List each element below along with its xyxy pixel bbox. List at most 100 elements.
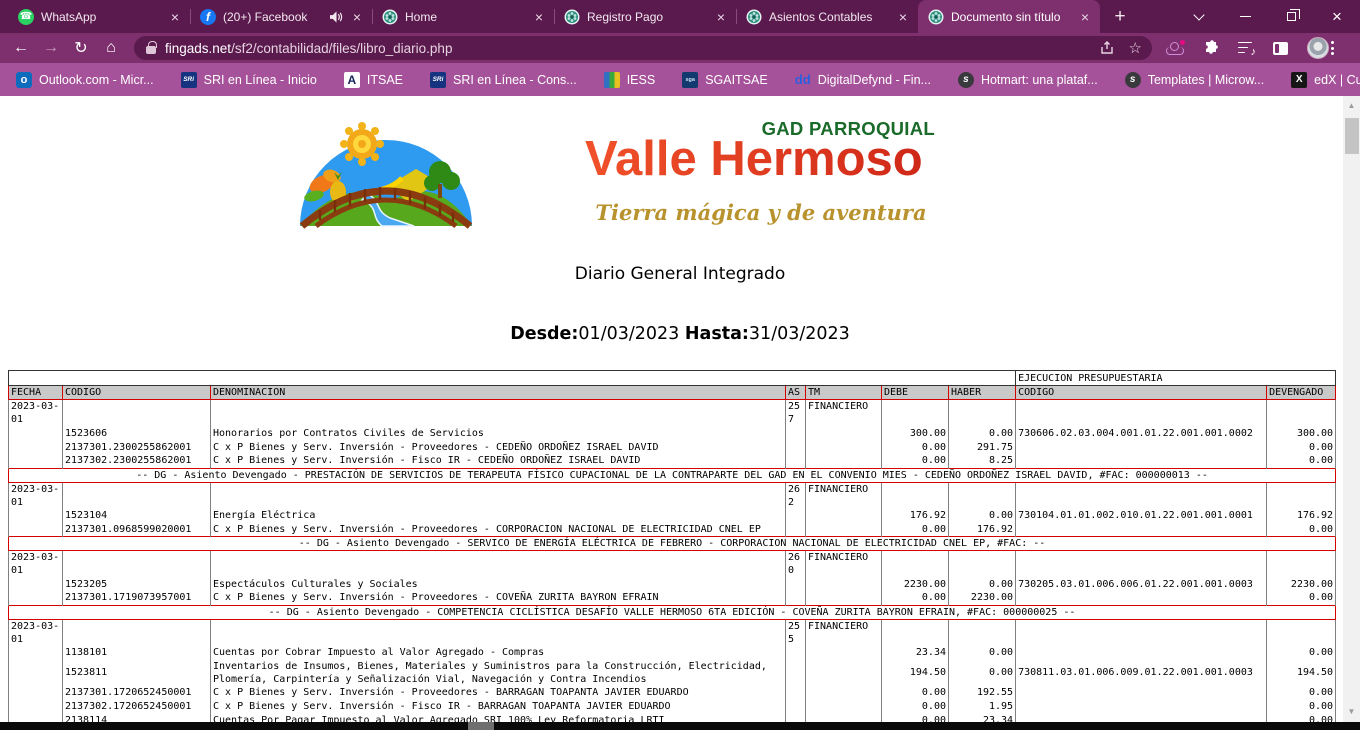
- tab-close-icon[interactable]: ×: [714, 9, 728, 25]
- cell-fecha: 2023-03-01: [9, 482, 63, 509]
- cell-debe: 0.00: [882, 686, 949, 700]
- fingads-icon: [746, 9, 762, 25]
- close-window-button[interactable]: ×: [1314, 0, 1360, 33]
- cell-ep-codigo: [1016, 440, 1267, 454]
- cell-as: 262: [786, 482, 806, 509]
- cell-as: [786, 700, 806, 714]
- url-text[interactable]: fingads.net/sf2/contabilidad/files/libro…: [165, 41, 1086, 56]
- tab-registro-pago[interactable]: Registro Pago ×: [554, 0, 736, 33]
- share-icon[interactable]: [1100, 41, 1115, 55]
- cell-as: [786, 509, 806, 523]
- tab-close-icon[interactable]: ×: [168, 9, 182, 25]
- header-denominacion: DENOMINACION: [211, 386, 786, 400]
- tab-asientos-contables[interactable]: Asientos Contables ×: [736, 0, 918, 33]
- sidebar-icon[interactable]: [1273, 42, 1288, 55]
- forward-button[interactable]: →: [36, 39, 66, 57]
- cell-ep-codigo: [1016, 700, 1267, 714]
- browser-menu-icon[interactable]: [1331, 41, 1334, 55]
- scrollbar-thumb[interactable]: [1345, 118, 1359, 154]
- cell-codigo: [63, 400, 211, 427]
- cell-debe: [882, 400, 949, 427]
- table-row: 2023-03-01 257 FINANCIERO: [9, 400, 1336, 427]
- iess-icon: [604, 72, 620, 88]
- entry-footer-cell: -- DG - Asiento Devengado - COMPETENCIA …: [9, 605, 1336, 619]
- new-tab-button[interactable]: +: [1106, 3, 1134, 31]
- tab-title: Home: [405, 10, 525, 24]
- cell-ep-codigo: 730606.02.03.004.001.01.22.001.001.0002: [1016, 426, 1267, 440]
- cell-denominacion: Inventarios de Insumos, Bienes, Material…: [211, 660, 786, 686]
- cell-fecha: [9, 454, 63, 468]
- fingads-icon: [564, 9, 580, 25]
- cell-as: [786, 440, 806, 454]
- cell-devengado: 194.50: [1267, 660, 1336, 686]
- bookmark-outlook[interactable]: oOutlook.com - Micr...: [16, 72, 154, 88]
- tab-close-icon[interactable]: ×: [896, 9, 910, 25]
- tab-close-icon[interactable]: ×: [1078, 9, 1092, 25]
- cell-fecha: [9, 509, 63, 523]
- bookmark-sri-inicio[interactable]: SRiSRI en Línea - Inicio: [181, 72, 317, 88]
- tab-close-icon[interactable]: ×: [532, 9, 546, 25]
- tab-title: Asientos Contables: [769, 10, 889, 24]
- tab-search-chevron-icon[interactable]: [1176, 0, 1222, 33]
- tab-whatsapp[interactable]: ☎ WhatsApp ×: [8, 0, 190, 33]
- tab-title: WhatsApp: [41, 10, 161, 24]
- tab-home[interactable]: Home ×: [372, 0, 554, 33]
- scroll-up-icon[interactable]: ▲: [1343, 98, 1360, 114]
- cell-tm: [806, 591, 882, 605]
- weather-extension-icon[interactable]: [1166, 42, 1184, 55]
- table-header-row: FECHA CODIGO DENOMINACION AS TM DEBE HAB…: [9, 386, 1336, 400]
- cell-codigo: 2137301.1719073957001: [63, 591, 211, 605]
- bookmark-templates[interactable]: sTemplates | Microw...: [1125, 72, 1264, 88]
- bookmark-hotmart[interactable]: sHotmart: una plataf...: [958, 72, 1098, 88]
- bookmark-star-icon[interactable]: ☆: [1129, 39, 1142, 57]
- tab-close-icon[interactable]: ×: [350, 9, 364, 25]
- cell-tm: FINANCIERO: [806, 619, 882, 646]
- back-button[interactable]: ←: [6, 39, 36, 57]
- tab-audio-icon[interactable]: [330, 11, 343, 23]
- bookmark-edx[interactable]: XedX | Cursos en líne...: [1291, 72, 1360, 88]
- header-haber: HABER: [949, 386, 1016, 400]
- cell-fecha: [9, 591, 63, 605]
- reload-button[interactable]: ↻: [66, 38, 96, 58]
- tab-facebook[interactable]: f (20+) Facebook ×: [190, 0, 372, 33]
- cell-devengado: [1267, 619, 1336, 646]
- minimize-button[interactable]: [1222, 0, 1268, 33]
- cell-as: [786, 660, 806, 686]
- report-title: Diario General Integrado: [0, 264, 1360, 284]
- header-tm: TM: [806, 386, 882, 400]
- cell-fecha: [9, 523, 63, 537]
- tab-documento-sin-titulo[interactable]: Documento sin título ×: [918, 0, 1100, 33]
- extensions-puzzle-icon[interactable]: [1203, 40, 1219, 56]
- cell-denominacion: C x P Bienes y Serv. Inversión - Fisco I…: [211, 700, 786, 714]
- cell-devengado: [1267, 400, 1336, 427]
- home-button[interactable]: ⌂: [96, 39, 126, 57]
- profile-avatar[interactable]: [1307, 37, 1329, 59]
- bookmark-sgaitsae[interactable]: sgaSGAITSAE: [682, 72, 768, 88]
- masthead: GAD PARROQUIAL Valle Hermoso Tierra mági…: [0, 106, 1360, 240]
- scroll-down-icon[interactable]: ▼: [1343, 704, 1360, 720]
- toolbar: ← → ↻ ⌂ fingads.net/sf2/contabilidad/fil…: [0, 33, 1360, 63]
- bookmark-iess[interactable]: IESS: [604, 72, 656, 88]
- bookmark-sri-consultas[interactable]: SRiSRI en Línea - Cons...: [430, 72, 577, 88]
- cell-fecha: [9, 686, 63, 700]
- playlist-extension-icon[interactable]: ♪: [1238, 42, 1254, 55]
- vertical-scrollbar[interactable]: ▲ ▼: [1343, 96, 1360, 722]
- cell-haber: 0.00: [949, 646, 1016, 660]
- cell-fecha: [9, 426, 63, 440]
- cell-codigo: [63, 551, 211, 578]
- bookmark-itsae[interactable]: AITSAE: [344, 72, 403, 88]
- cell-fecha: [9, 660, 63, 686]
- hasta-label: Hasta:: [685, 324, 749, 344]
- lock-icon[interactable]: [146, 46, 156, 54]
- cell-ep-codigo: [1016, 523, 1267, 537]
- cell-tm: [806, 686, 882, 700]
- cell-as: [786, 454, 806, 468]
- bookmark-digitaldefynd[interactable]: ddDigitalDefynd - Fin...: [795, 72, 931, 88]
- address-bar[interactable]: fingads.net/sf2/contabilidad/files/libro…: [134, 36, 1152, 60]
- table-row: 1523205 Espectáculos Culturales y Social…: [9, 577, 1336, 591]
- entry-footer-row: -- DG - Asiento Devengado - COMPETENCIA …: [9, 605, 1336, 619]
- cell-codigo: 2137302.2300255862001: [63, 454, 211, 468]
- cell-haber: 1.95: [949, 700, 1016, 714]
- cell-debe: 0.00: [882, 454, 949, 468]
- restore-button[interactable]: [1268, 0, 1314, 33]
